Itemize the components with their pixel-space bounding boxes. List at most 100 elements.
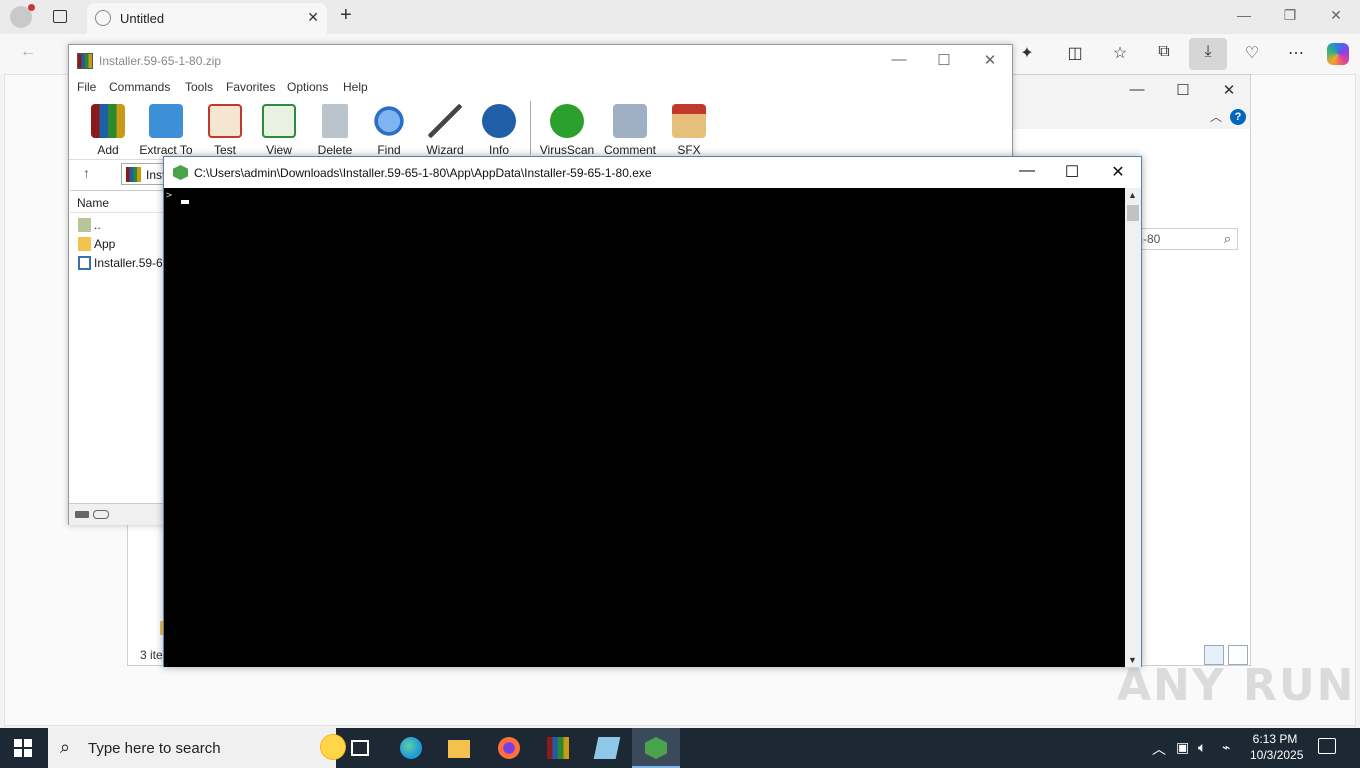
view-label: View <box>266 143 292 157</box>
file-list: Name .. App Installer.59-65 <box>70 190 166 502</box>
file-explorer-icon <box>448 740 470 758</box>
key-icon <box>93 510 109 519</box>
name-column-header[interactable]: Name <box>70 191 163 213</box>
scroll-up-icon[interactable]: ▲ <box>1128 190 1137 200</box>
wizard-button[interactable]: Wizard <box>417 101 473 157</box>
volume-icon[interactable]: 🔈︎ <box>1198 739 1206 756</box>
help-icon[interactable]: ? <box>1230 109 1246 125</box>
browser-close-button[interactable]: ✕ <box>1326 7 1346 24</box>
winrar-toolbar: Add Extract To Test View Delete Find Wiz… <box>69 99 1012 159</box>
copilot-icon[interactable] <box>1327 43 1349 65</box>
comment-label: Comment <box>603 143 656 157</box>
test-label: Test <box>213 143 236 157</box>
more-icon[interactable]: ⋯ <box>1285 43 1307 63</box>
explorer-close-button[interactable]: ✕ <box>1217 81 1241 99</box>
list-item[interactable]: .. <box>76 217 166 235</box>
sfx-label: SFX <box>677 143 701 157</box>
profile-avatar[interactable] <box>10 4 35 28</box>
toolbar-separator <box>530 101 531 155</box>
winrar-title-bar: Installer.59-65-1-80.zip — ☐ ✕ <box>69 45 1012 77</box>
add-button[interactable]: Add <box>80 101 136 157</box>
network-icon[interactable]: ⌁ <box>1222 739 1230 756</box>
explorer-minimize-button[interactable]: — <box>1125 81 1149 98</box>
console-maximize-button[interactable]: ☐ <box>1059 162 1085 182</box>
clock-date: 10/3/2025 <box>1250 748 1304 762</box>
taskbar: ⌕ Type here to search ︿ ▣ 🔈︎ ⌁ 6:13 PM 1… <box>0 728 1360 768</box>
info-icon <box>482 104 516 138</box>
split-screen-icon[interactable]: ◫ <box>1064 43 1086 63</box>
console-scrollbar[interactable]: ▲ ▼ <box>1125 188 1141 667</box>
taskbar-search-box[interactable]: ⌕ Type here to search <box>48 728 348 768</box>
tab-title: Untitled <box>120 11 165 26</box>
tab-actions-icon[interactable] <box>53 10 67 23</box>
console-close-button[interactable]: ✕ <box>1105 162 1131 182</box>
tab-close-button[interactable]: ✕ <box>307 9 319 26</box>
console-prompt: > <box>166 190 173 201</box>
info-button[interactable]: Info <box>471 101 527 157</box>
winrar-maximize-button[interactable]: ☐ <box>932 51 956 69</box>
task-view-icon <box>351 740 369 756</box>
browser-restore-button[interactable]: ❐ <box>1280 7 1300 24</box>
add-label: Add <box>97 143 119 157</box>
notifications-icon[interactable] <box>1318 738 1336 754</box>
menu-tools[interactable]: Tools <box>185 80 213 94</box>
taskbar-firefox[interactable] <box>485 728 533 768</box>
scroll-thumb[interactable] <box>1127 205 1139 221</box>
extract-to-button[interactable]: Extract To <box>138 101 194 157</box>
virus-scan-label: VirusScan <box>539 143 595 157</box>
file-name: App <box>94 237 116 251</box>
menu-help[interactable]: Help <box>343 80 368 94</box>
up-arrow-icon[interactable]: ↑ <box>83 165 90 181</box>
browser-tab[interactable]: Untitled ✕ <box>87 3 327 34</box>
taskbar-task-view[interactable] <box>336 728 384 768</box>
taskbar-notepad[interactable] <box>583 728 631 768</box>
system-clock[interactable]: 6:13 PM 10/3/2025 <box>1250 731 1304 763</box>
show-hidden-icons-icon[interactable]: ︿ <box>1152 739 1166 759</box>
taskbar-winrar[interactable] <box>534 728 582 768</box>
menu-options[interactable]: Options <box>287 80 328 94</box>
item-count: 3 ite <box>140 648 163 662</box>
console-output[interactable]: > <box>164 188 1125 667</box>
list-item[interactable]: App <box>76 236 166 254</box>
list-item[interactable]: Installer.59-65 <box>76 255 166 273</box>
browser-minimize-button[interactable]: — <box>1234 7 1254 23</box>
globe-icon <box>95 10 111 26</box>
taskbar-file-explorer[interactable] <box>435 728 483 768</box>
favorites-icon[interactable]: ☆ <box>1109 43 1131 63</box>
find-label: Find <box>377 143 401 157</box>
delete-button[interactable]: Delete <box>307 101 363 157</box>
meet-now-icon[interactable]: ▣ <box>1176 739 1189 756</box>
folder-icon <box>78 237 91 251</box>
collapse-ribbon-icon[interactable]: ︿ <box>1210 108 1222 125</box>
menu-file[interactable]: File <box>77 80 96 94</box>
taskbar-installer[interactable] <box>632 728 680 768</box>
virus-scan-button[interactable]: VirusScan <box>539 101 595 157</box>
sfx-button[interactable]: SFX <box>661 101 717 157</box>
collections-icon[interactable]: ⧉ <box>1153 43 1175 61</box>
winrar-minimize-button[interactable]: — <box>887 51 911 68</box>
taskbar-edge[interactable] <box>387 728 435 768</box>
file-name: .. <box>94 218 101 232</box>
test-button[interactable]: Test <box>197 101 253 157</box>
test-clipboard-icon <box>208 104 242 138</box>
parent-folder-icon <box>78 218 91 232</box>
archive-icon <box>126 167 141 182</box>
view-button[interactable]: View <box>251 101 307 157</box>
menu-commands[interactable]: Commands <box>109 80 170 94</box>
menu-favorites[interactable]: Favorites <box>226 80 275 94</box>
extensions-icon[interactable]: ✦ <box>1016 43 1038 63</box>
console-minimize-button[interactable]: — <box>1014 162 1040 180</box>
browser-essentials-icon[interactable]: ♡ <box>1241 43 1263 63</box>
explorer-maximize-button[interactable]: ☐ <box>1171 81 1195 99</box>
new-tab-button[interactable]: + <box>340 4 352 27</box>
find-button[interactable]: Find <box>361 101 417 157</box>
drive-icon <box>75 511 89 518</box>
start-button[interactable] <box>14 739 32 757</box>
windows-logo-icon <box>14 739 22 747</box>
winrar-menu-bar: File Commands Tools Favorites Options He… <box>69 77 1012 97</box>
comment-button[interactable]: Comment <box>602 101 658 157</box>
sfx-box-icon <box>672 104 706 138</box>
back-icon[interactable]: ← <box>17 43 39 61</box>
exe-file-icon <box>78 256 91 270</box>
winrar-close-button[interactable]: ✕ <box>978 51 1002 69</box>
